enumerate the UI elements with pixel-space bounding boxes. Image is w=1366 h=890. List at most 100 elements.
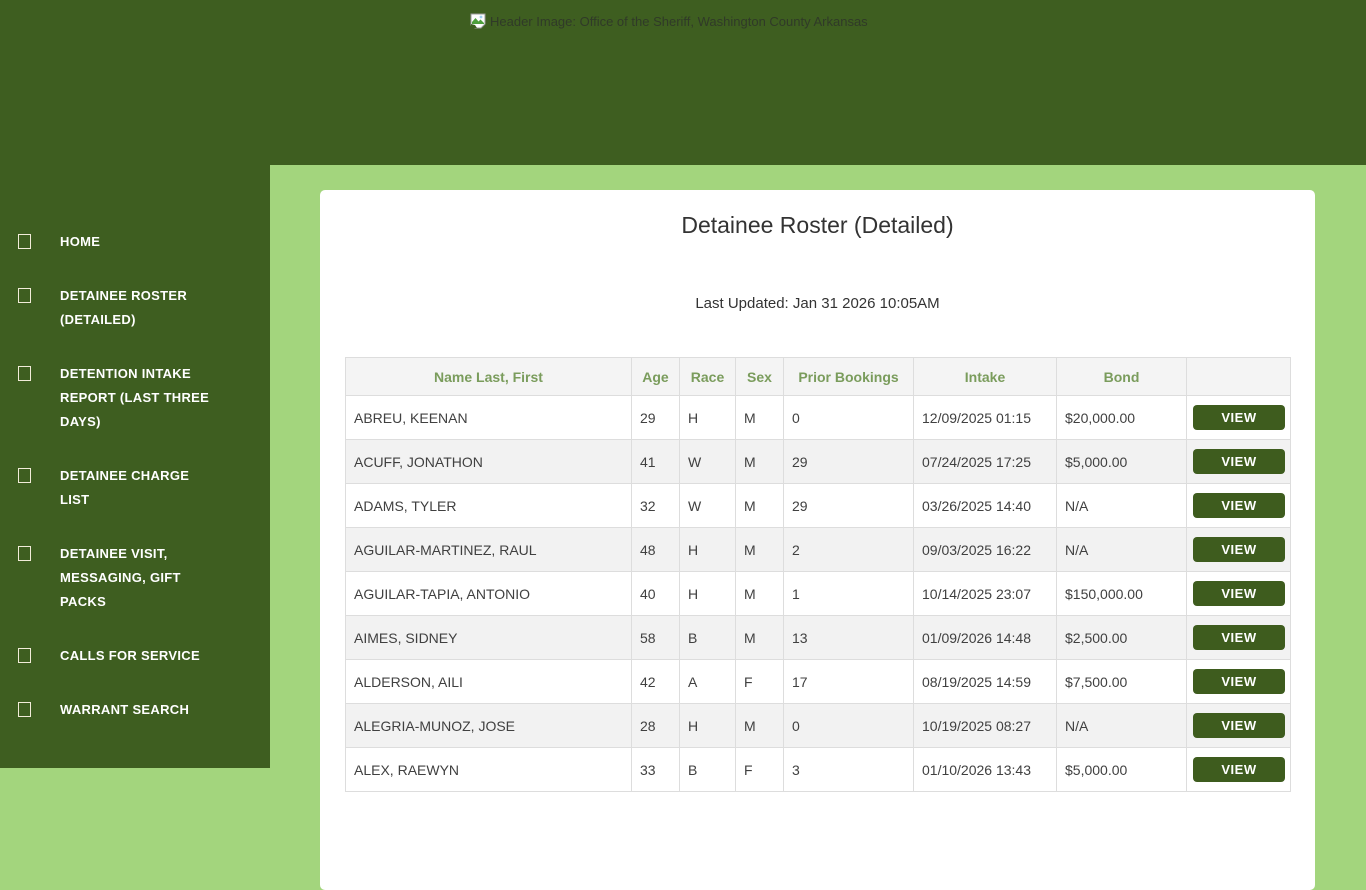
cell-actions: VIEW: [1186, 571, 1291, 616]
view-button[interactable]: VIEW: [1193, 449, 1285, 474]
page-title: Detainee Roster (Detailed): [681, 212, 954, 238]
cell-age: 48: [631, 527, 680, 572]
cell-name: ALEGRIA-MUNOZ, JOSE: [345, 703, 632, 748]
sidebar-item-home[interactable]: HOME: [0, 230, 270, 254]
sidebar-item-warrant-search[interactable]: WARRANT SEARCH: [0, 698, 270, 722]
cell-bond: $2,500.00: [1056, 615, 1187, 660]
cell-age: 33: [631, 747, 680, 792]
cell-actions: VIEW: [1186, 659, 1291, 704]
view-button[interactable]: VIEW: [1193, 625, 1285, 650]
broken-image-icon: [470, 13, 486, 29]
sidebar-item-label: DETAINEE CHARGE LIST: [60, 468, 190, 507]
table-row: ACUFF, JONATHON 41 W M 29 07/24/2025 17:25 $5,…: [345, 439, 1291, 484]
cell-sex: F: [735, 747, 784, 792]
cell-bond: N/A: [1056, 703, 1187, 748]
cell-prior-bookings: 2: [783, 527, 914, 572]
view-button[interactable]: VIEW: [1193, 757, 1285, 782]
cell-race: W: [679, 439, 736, 484]
cell-intake: 07/24/2025 17:25: [913, 439, 1057, 484]
cell-intake: 09/03/2025 16:22: [913, 527, 1057, 572]
cell-intake: 03/26/2025 14:40: [913, 483, 1057, 528]
cell-sex: F: [735, 659, 784, 704]
column-header-sex: Sex: [735, 357, 784, 396]
menu-bullet-icon: [18, 546, 31, 561]
header-image: Header Image: Office of the Sheriff, Was…: [470, 13, 868, 29]
menu-bullet-icon: [18, 702, 31, 717]
cell-name: ABREU, KEENAN: [345, 395, 632, 440]
content-card: Detainee Roster (Detailed) Last Updated:…: [320, 190, 1315, 890]
cell-race: H: [679, 571, 736, 616]
sidebar-item-calls-for-service[interactable]: CALLS FOR SERVICE: [0, 644, 270, 668]
cell-sex: M: [735, 703, 784, 748]
cell-name: ALDERSON, AILI: [345, 659, 632, 704]
view-button[interactable]: VIEW: [1193, 669, 1285, 694]
cell-bond: $150,000.00: [1056, 571, 1187, 616]
cell-actions: VIEW: [1186, 703, 1291, 748]
cell-bond: N/A: [1056, 483, 1187, 528]
sidebar-item-label: CALLS FOR SERVICE: [60, 648, 200, 663]
cell-prior-bookings: 1: [783, 571, 914, 616]
sidebar-item-detainee-visit[interactable]: DETAINEE VISIT, MESSAGING, GIFT PACKS: [0, 542, 270, 614]
sidebar-item-detainee-roster[interactable]: DETAINEE ROSTER (DETAILED): [0, 284, 270, 332]
sidebar-item-label: DETAINEE VISIT, MESSAGING, GIFT PACKS: [60, 546, 181, 609]
sidebar-item-label: DETENTION INTAKE REPORT (LAST THREE DAYS…: [60, 366, 210, 429]
cell-actions: VIEW: [1186, 615, 1291, 660]
cell-age: 40: [631, 571, 680, 616]
cell-sex: M: [735, 615, 784, 660]
cell-intake: 08/19/2025 14:59: [913, 659, 1057, 704]
cell-intake: 10/19/2025 08:27: [913, 703, 1057, 748]
table-header-row: Name Last, First Age Race Sex Prior Book…: [345, 357, 1291, 396]
cell-prior-bookings: 13: [783, 615, 914, 660]
table-row: AGUILAR-TAPIA, ANTONIO 40 H M 1 10/14/2025 23…: [345, 571, 1291, 616]
table-row: AGUILAR-MARTINEZ, RAUL 48 H M 2 09/03/2025 16…: [345, 527, 1291, 572]
cell-race: B: [679, 615, 736, 660]
cell-intake: 01/10/2026 13:43: [913, 747, 1057, 792]
view-button[interactable]: VIEW: [1193, 713, 1285, 738]
cell-name: ALEX, RAEWYN: [345, 747, 632, 792]
cell-name: AGUILAR-TAPIA, ANTONIO: [345, 571, 632, 616]
sidebar-item-detainee-charge-list[interactable]: DETAINEE CHARGE LIST: [0, 464, 270, 512]
column-header-prior-bookings: Prior Bookings: [783, 357, 914, 396]
sidebar-nav: HOME DETAINEE ROSTER (DETAILED) DETENTIO…: [0, 165, 270, 722]
roster-table-body: ABREU, KEENAN 29 H M 0 12/09/2025 01:15 $20,00…: [345, 395, 1291, 792]
sidebar-item-label: WARRANT SEARCH: [60, 702, 190, 717]
cell-actions: VIEW: [1186, 395, 1291, 440]
column-header-intake: Intake: [913, 357, 1057, 396]
cell-bond: N/A: [1056, 527, 1187, 572]
cell-bond: $20,000.00: [1056, 395, 1187, 440]
table-row: ALEGRIA-MUNOZ, JOSE 28 H M 0 10/19/2025 08:27…: [345, 703, 1291, 748]
view-button[interactable]: VIEW: [1193, 405, 1285, 430]
table-row: ALDERSON, AILI 42 A F 17 08/19/2025 14:59 $7,5…: [345, 659, 1291, 704]
cell-age: 41: [631, 439, 680, 484]
cell-sex: M: [735, 527, 784, 572]
cell-sex: M: [735, 439, 784, 484]
cell-name: AIMES, SIDNEY: [345, 615, 632, 660]
cell-bond: $7,500.00: [1056, 659, 1187, 704]
view-button[interactable]: VIEW: [1193, 493, 1285, 518]
column-header-bond: Bond: [1056, 357, 1187, 396]
cell-prior-bookings: 29: [783, 439, 914, 484]
cell-prior-bookings: 17: [783, 659, 914, 704]
menu-bullet-icon: [18, 648, 31, 663]
cell-name: ACUFF, JONATHON: [345, 439, 632, 484]
cell-sex: M: [735, 571, 784, 616]
cell-age: 42: [631, 659, 680, 704]
cell-race: H: [679, 395, 736, 440]
cell-intake: 10/14/2025 23:07: [913, 571, 1057, 616]
column-header-actions: [1186, 357, 1291, 396]
menu-bullet-icon: [18, 468, 31, 483]
view-button[interactable]: VIEW: [1193, 537, 1285, 562]
cell-intake: 12/09/2025 01:15: [913, 395, 1057, 440]
cell-actions: VIEW: [1186, 527, 1291, 572]
sidebar-item-detention-intake-report[interactable]: DETENTION INTAKE REPORT (LAST THREE DAYS…: [0, 362, 270, 434]
cell-prior-bookings: 29: [783, 483, 914, 528]
cell-age: 32: [631, 483, 680, 528]
cell-race: H: [679, 527, 736, 572]
table-row: AIMES, SIDNEY 58 B M 13 01/09/2026 14:48 $2,50…: [345, 615, 1291, 660]
view-button[interactable]: VIEW: [1193, 581, 1285, 606]
cell-prior-bookings: 3: [783, 747, 914, 792]
cell-prior-bookings: 0: [783, 395, 914, 440]
table-row: ALEX, RAEWYN 33 B F 3 01/10/2026 13:43 $5,000.…: [345, 747, 1291, 792]
table-row: ABREU, KEENAN 29 H M 0 12/09/2025 01:15 $20,00…: [345, 395, 1291, 440]
column-header-race: Race: [679, 357, 736, 396]
